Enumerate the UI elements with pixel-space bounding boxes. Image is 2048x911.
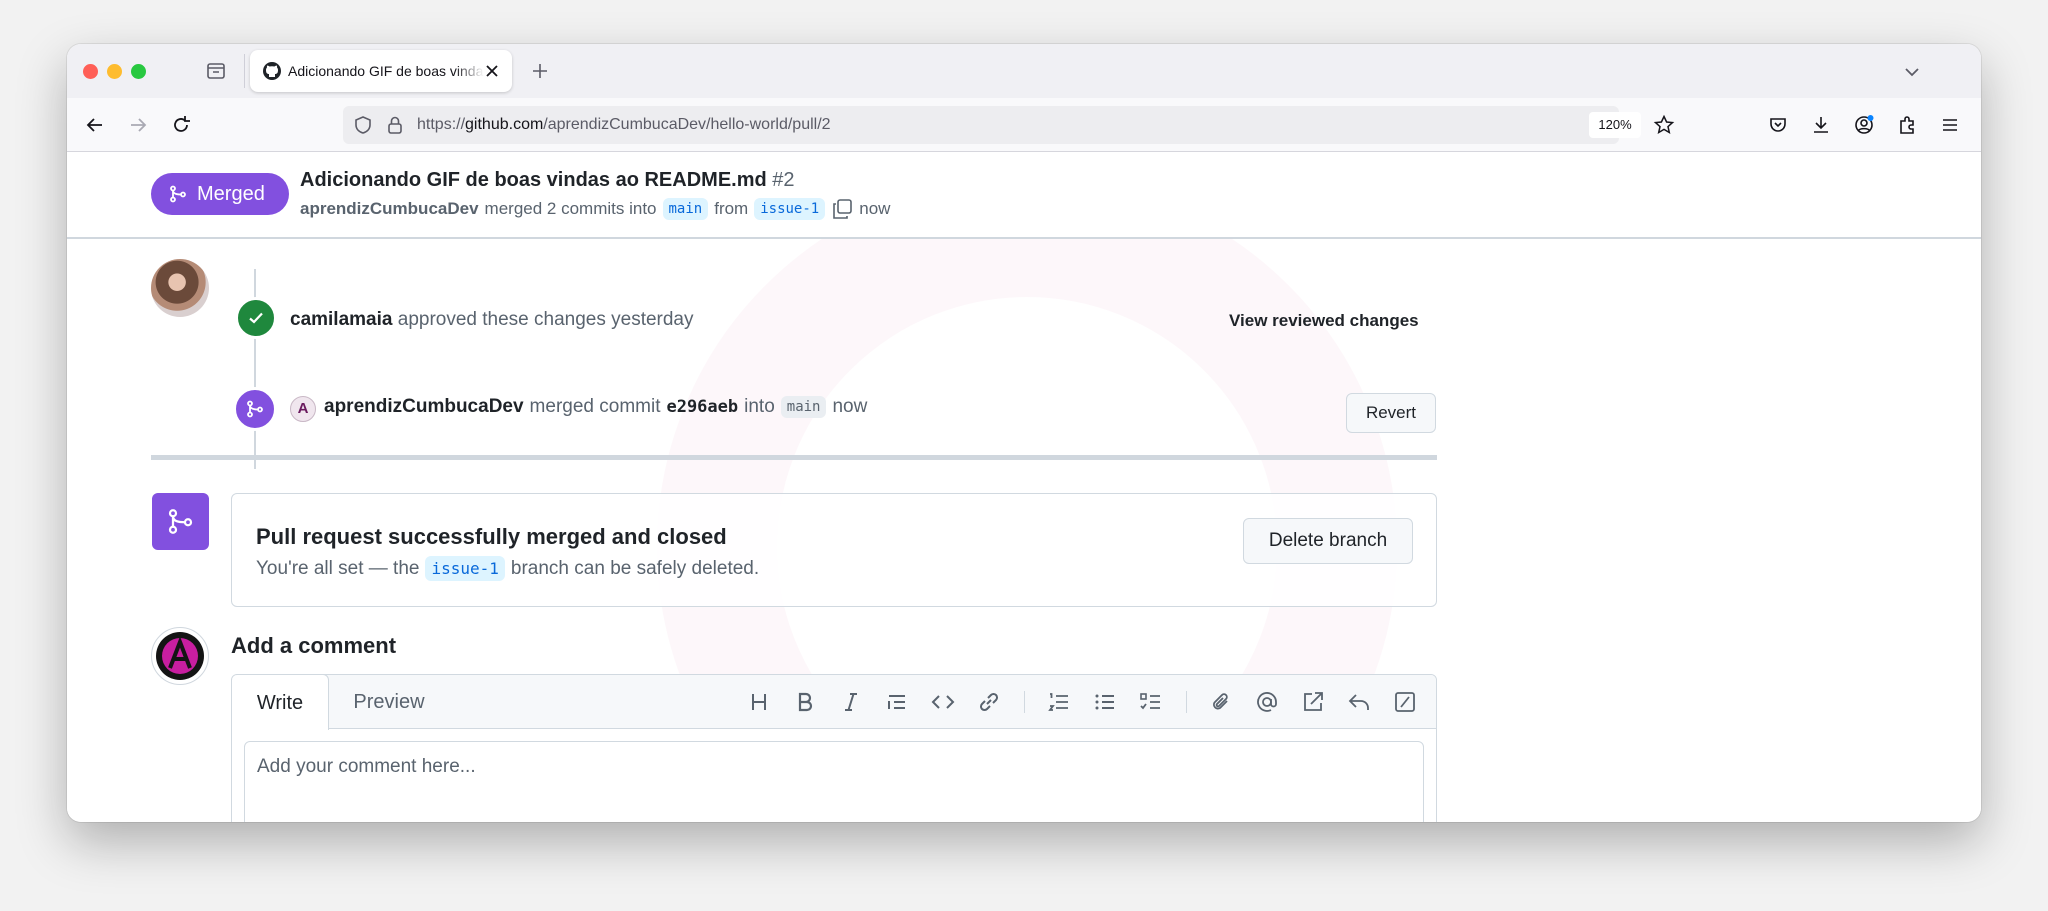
user-logo-icon: [156, 632, 204, 680]
unordered-list-icon[interactable]: [1092, 689, 1118, 715]
pr-title: Adicionando GIF de boas vindas ao README…: [300, 169, 795, 192]
merge-event-action: merged commit: [529, 396, 661, 417]
merge-event-time: now: [832, 396, 868, 417]
downloads-icon[interactable]: [1810, 114, 1832, 136]
navigation-toolbar: https://github.com/aprendizCumbucaDev/he…: [67, 98, 1981, 152]
attach-icon[interactable]: [1208, 689, 1234, 715]
merged-status-subtitle: You're all set — the issue-1 branch can …: [256, 556, 759, 581]
approved-badge: [235, 297, 277, 339]
forward-arrow-icon[interactable]: [127, 114, 149, 136]
saved-reply-icon[interactable]: [1346, 689, 1372, 715]
back-arrow-icon[interactable]: [84, 114, 106, 136]
tab-title: Adicionando GIF de boas vindas ao README…: [288, 63, 484, 79]
merged-status-title: Pull request successfully merged and clo…: [256, 524, 727, 549]
hamburger-menu-icon[interactable]: [1939, 114, 1961, 136]
merged-sub-after: branch can be safely deleted.: [510, 557, 760, 579]
view-reviewed-changes-link[interactable]: View reviewed changes: [1229, 311, 1419, 331]
heading-icon[interactable]: [746, 689, 772, 715]
mention-icon[interactable]: [1254, 689, 1280, 715]
code-icon[interactable]: [930, 689, 956, 715]
tab-bar: Adicionando GIF de boas vindas ao README…: [67, 44, 1981, 98]
close-window-button[interactable]: [83, 64, 98, 79]
bookmark-star-icon[interactable]: [1653, 114, 1675, 136]
url-bar[interactable]: https://github.com/aprendizCumbucaDev/he…: [343, 106, 1675, 144]
lock-icon[interactable]: [385, 115, 405, 135]
commit-sha-link[interactable]: e296aeb: [666, 397, 738, 417]
page-content: Merged Adicionando GIF de boas vindas ao…: [67, 153, 1981, 822]
merge-event-text: aprendizCumbucaDev merged commit e296aeb…: [324, 396, 867, 418]
extensions-icon[interactable]: [1896, 114, 1918, 136]
url-scheme: https://: [417, 116, 466, 133]
chevron-down-icon[interactable]: [1901, 61, 1923, 83]
pr-from-text: from: [714, 199, 749, 218]
comment-textarea[interactable]: Add your comment here...: [244, 741, 1424, 822]
copy-icon[interactable]: [831, 198, 853, 220]
tracking-shield-icon[interactable]: [353, 115, 373, 135]
toolbar-separator: [1024, 691, 1025, 713]
pr-author-link[interactable]: aprendizCumbucaDev: [300, 199, 479, 219]
zoom-level-badge[interactable]: 120%: [1589, 112, 1641, 138]
merge-event-badge: [233, 387, 277, 431]
merged-state-badge: Merged: [151, 173, 289, 215]
revert-button[interactable]: Revert: [1346, 393, 1436, 433]
tab-separator: [244, 54, 245, 88]
italic-icon[interactable]: [838, 689, 864, 715]
tab-write[interactable]: Write: [232, 675, 329, 730]
deletable-branch-label[interactable]: issue-1: [425, 556, 505, 581]
pr-sticky-header: Merged Adicionando GIF de boas vindas ao…: [67, 153, 1981, 239]
editor-toolbar: Write Preview: [232, 675, 1436, 730]
quote-icon[interactable]: [884, 689, 910, 715]
github-favicon-icon: [262, 61, 282, 81]
tab-overview-icon[interactable]: [205, 60, 227, 82]
base-branch-label[interactable]: main: [662, 198, 709, 220]
ordered-list-icon[interactable]: [1046, 689, 1072, 715]
new-tab-icon[interactable]: [529, 60, 551, 82]
url-path: /aprendizCumbucaDev/hello-world/pull/2: [543, 116, 831, 133]
merged-status-box: Pull request successfully merged and clo…: [231, 493, 1437, 607]
toolbar-separator: [1186, 691, 1187, 713]
timeline-end-separator: [151, 455, 1437, 460]
pr-meta: aprendizCumbucaDev merged 2 commits into…: [300, 198, 890, 220]
cross-reference-icon[interactable]: [1300, 689, 1326, 715]
active-tab[interactable]: Adicionando GIF de boas vindas ao README…: [250, 50, 512, 92]
pocket-icon[interactable]: [1767, 114, 1789, 136]
close-tab-icon[interactable]: [482, 61, 502, 81]
reviewer-name-link[interactable]: camilamaia: [290, 309, 392, 330]
pr-time: now: [859, 199, 891, 218]
tab-preview[interactable]: Preview: [329, 675, 449, 729]
check-icon: [249, 312, 263, 324]
url-host: github.com: [465, 116, 544, 133]
merge-into-text: into: [744, 396, 775, 417]
merge-status-icon-box: [152, 493, 209, 550]
git-merge-icon: [247, 400, 263, 418]
comment-editor: Write Preview Add your comment here...: [231, 674, 1437, 822]
pr-title-text: Adicionando GIF de boas vindas ao README…: [300, 169, 767, 191]
slash-command-icon[interactable]: [1392, 689, 1418, 715]
reviewer-avatar[interactable]: [151, 259, 209, 317]
merged-state-label: Merged: [197, 183, 265, 205]
browser-window: Adicionando GIF de boas vindas ao README…: [67, 44, 1981, 822]
merger-mini-avatar[interactable]: A: [290, 396, 316, 422]
pr-merged-text: merged 2 commits into: [484, 199, 657, 218]
task-list-icon[interactable]: [1138, 689, 1164, 715]
add-comment-heading: Add a comment: [231, 633, 397, 658]
delete-branch-button[interactable]: Delete branch: [1243, 518, 1413, 564]
head-branch-label[interactable]: issue-1: [754, 198, 826, 220]
minimize-window-button[interactable]: [107, 64, 122, 79]
review-action-text: approved these changes yesterday: [397, 309, 694, 330]
git-merge-icon: [168, 509, 193, 534]
reload-icon[interactable]: [170, 114, 192, 136]
pr-number: #2: [772, 169, 795, 191]
zoom-window-button[interactable]: [131, 64, 146, 79]
account-icon[interactable]: [1853, 114, 1875, 136]
merger-name-link[interactable]: aprendizCumbucaDev: [324, 396, 524, 418]
url-text[interactable]: https://github.com/aprendizCumbucaDev/he…: [417, 116, 831, 134]
review-event-text: camilamaia approved these changes yester…: [290, 309, 694, 331]
link-icon[interactable]: [976, 689, 1002, 715]
merged-sub-before: You're all set — the: [256, 557, 420, 579]
current-user-avatar[interactable]: [151, 627, 209, 685]
bold-icon[interactable]: [792, 689, 818, 715]
merge-target-branch[interactable]: main: [780, 396, 827, 418]
git-merge-icon: [170, 185, 186, 203]
